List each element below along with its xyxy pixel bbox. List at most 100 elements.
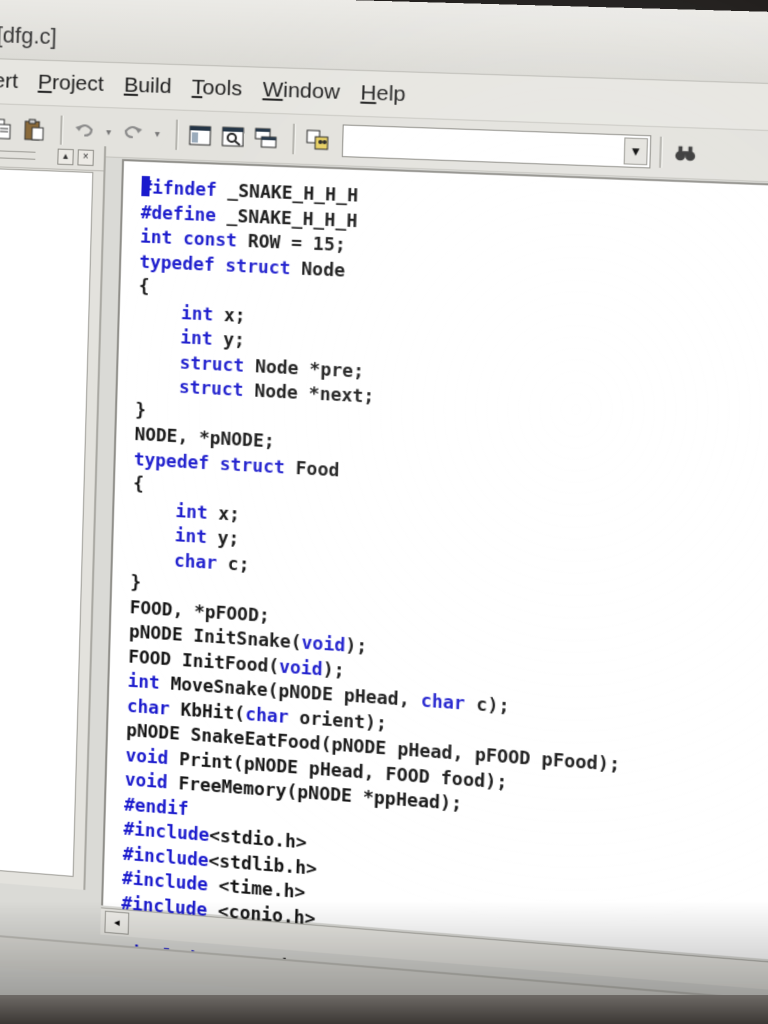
code-token: c; (216, 553, 250, 576)
code-keyword: struct (225, 255, 291, 279)
code-keyword: #include (123, 819, 210, 847)
toolbar-separator (659, 136, 663, 168)
menu-item[interactable]: Help (360, 81, 406, 107)
output-icon[interactable] (218, 122, 248, 151)
redo-icon[interactable] (118, 119, 147, 148)
code-keyword: int (139, 227, 173, 249)
menu-item-label: uild (137, 73, 172, 99)
menu-item[interactable]: Window (262, 78, 340, 105)
workspace-pane-header: ▴ × (0, 141, 105, 172)
undo-icon[interactable] (70, 117, 99, 146)
workspace-area: ▴ × #ifndef _SNAKE_H_H_H #define _SNAKE_H… (0, 141, 768, 1024)
workspace-pane: ▴ × (0, 141, 107, 890)
menu-item-label: ools (202, 75, 243, 101)
photo-stage: [dfg.c] ert Project Build Tools Window Help ▾… (0, 0, 768, 1024)
menu-item-accelerator: P (37, 70, 53, 95)
code-token: y; (212, 329, 246, 352)
menu-item-accelerator: B (123, 73, 139, 98)
toolbar-separator (292, 123, 296, 155)
toolbar-separator (175, 119, 179, 150)
code-keyword: int (175, 501, 208, 524)
code-text[interactable]: #ifndef _SNAKE_H_H_H #define _SNAKE_H_H_H… (120, 175, 637, 1007)
code-keyword: void (124, 770, 168, 794)
code-token: KbHit( (169, 699, 246, 725)
code-keyword: #endif (123, 794, 189, 820)
code-token: y; (206, 527, 240, 551)
code-keyword: typedef (139, 252, 215, 276)
menu-item[interactable]: ert (0, 69, 18, 94)
code-token: _SNAKE_H_H_H (215, 205, 358, 232)
code-keyword: int (180, 303, 214, 326)
code-keyword: struct (219, 454, 286, 479)
menu-item-accelerator: H (360, 81, 377, 106)
pane-grip[interactable] (0, 149, 36, 160)
code-keyword: char (126, 696, 171, 720)
code-token: _SNAKE_H_H_H (216, 180, 359, 207)
workspace-icon[interactable] (185, 121, 214, 150)
chevron-down-icon[interactable]: ▾ (151, 120, 164, 149)
code-keyword: const (182, 229, 238, 252)
code-editor[interactable]: #ifndef _SNAKE_H_H_H #define _SNAKE_H_H_H… (101, 159, 768, 978)
code-keyword: #include (121, 868, 209, 896)
code-token: Node (290, 258, 346, 282)
window-list-icon[interactable] (251, 123, 281, 152)
menu-item-label: indow (282, 78, 341, 104)
code-token: } (135, 400, 147, 421)
code-token: Node *pre; (243, 356, 365, 383)
code-keyword: typedef (133, 449, 210, 474)
code-keyword: struct (178, 377, 244, 402)
window-title: [dfg.c] (0, 22, 58, 50)
monitor-bezel (0, 995, 768, 1024)
chevron-down-icon[interactable]: ▼ (623, 137, 649, 166)
menu-item[interactable]: Build (124, 73, 172, 99)
code-keyword: #ifndef (141, 177, 218, 202)
binoculars-icon[interactable] (670, 138, 701, 168)
code-token: } (130, 572, 142, 594)
code-keyword: char (173, 550, 218, 574)
code-token: c); (464, 694, 510, 718)
code-token: Node *next; (243, 380, 375, 408)
close-icon[interactable]: × (77, 149, 94, 167)
code-keyword: char (420, 691, 466, 715)
code-token: x; (212, 304, 246, 327)
menu-item[interactable]: Tools (192, 76, 243, 102)
code-keyword: struct (179, 352, 245, 377)
copy-icon[interactable] (0, 114, 17, 143)
code-keyword: void (278, 656, 323, 681)
menu-item-accelerator: T (191, 75, 203, 100)
code-token: ); (322, 659, 345, 682)
scroll-left-icon[interactable]: ◂ (104, 910, 130, 935)
code-token: x; (207, 503, 241, 526)
menu-item-label: ert (0, 69, 19, 93)
code-token: ); (344, 636, 368, 658)
code-token: { (132, 474, 145, 495)
code-keyword: int (174, 526, 208, 549)
code-keyword: int (127, 671, 161, 694)
find-in-files-icon[interactable] (302, 125, 332, 155)
menu-item[interactable]: Project (38, 71, 104, 97)
code-token: { (138, 276, 150, 298)
menu-item-label: roject (51, 71, 105, 96)
code-keyword: int (179, 328, 213, 350)
code-keyword: void (125, 745, 169, 769)
workspace-tree[interactable] (0, 167, 94, 877)
toolbar-separator (59, 115, 63, 146)
paste-icon[interactable] (20, 115, 49, 144)
chevron-down-icon[interactable]: ▾ (102, 118, 115, 147)
menu-item-accelerator: W (262, 77, 284, 102)
code-keyword: #define (140, 202, 217, 226)
pane-restore-icon[interactable]: ▴ (57, 148, 74, 166)
code-keyword: void (301, 633, 346, 657)
code-token: ROW = 15; (236, 231, 346, 257)
menu-item-label: elp (376, 81, 407, 107)
code-keyword: char (244, 704, 289, 728)
ide-window: [dfg.c] ert Project Build Tools Window Help ▾… (0, 0, 768, 1024)
